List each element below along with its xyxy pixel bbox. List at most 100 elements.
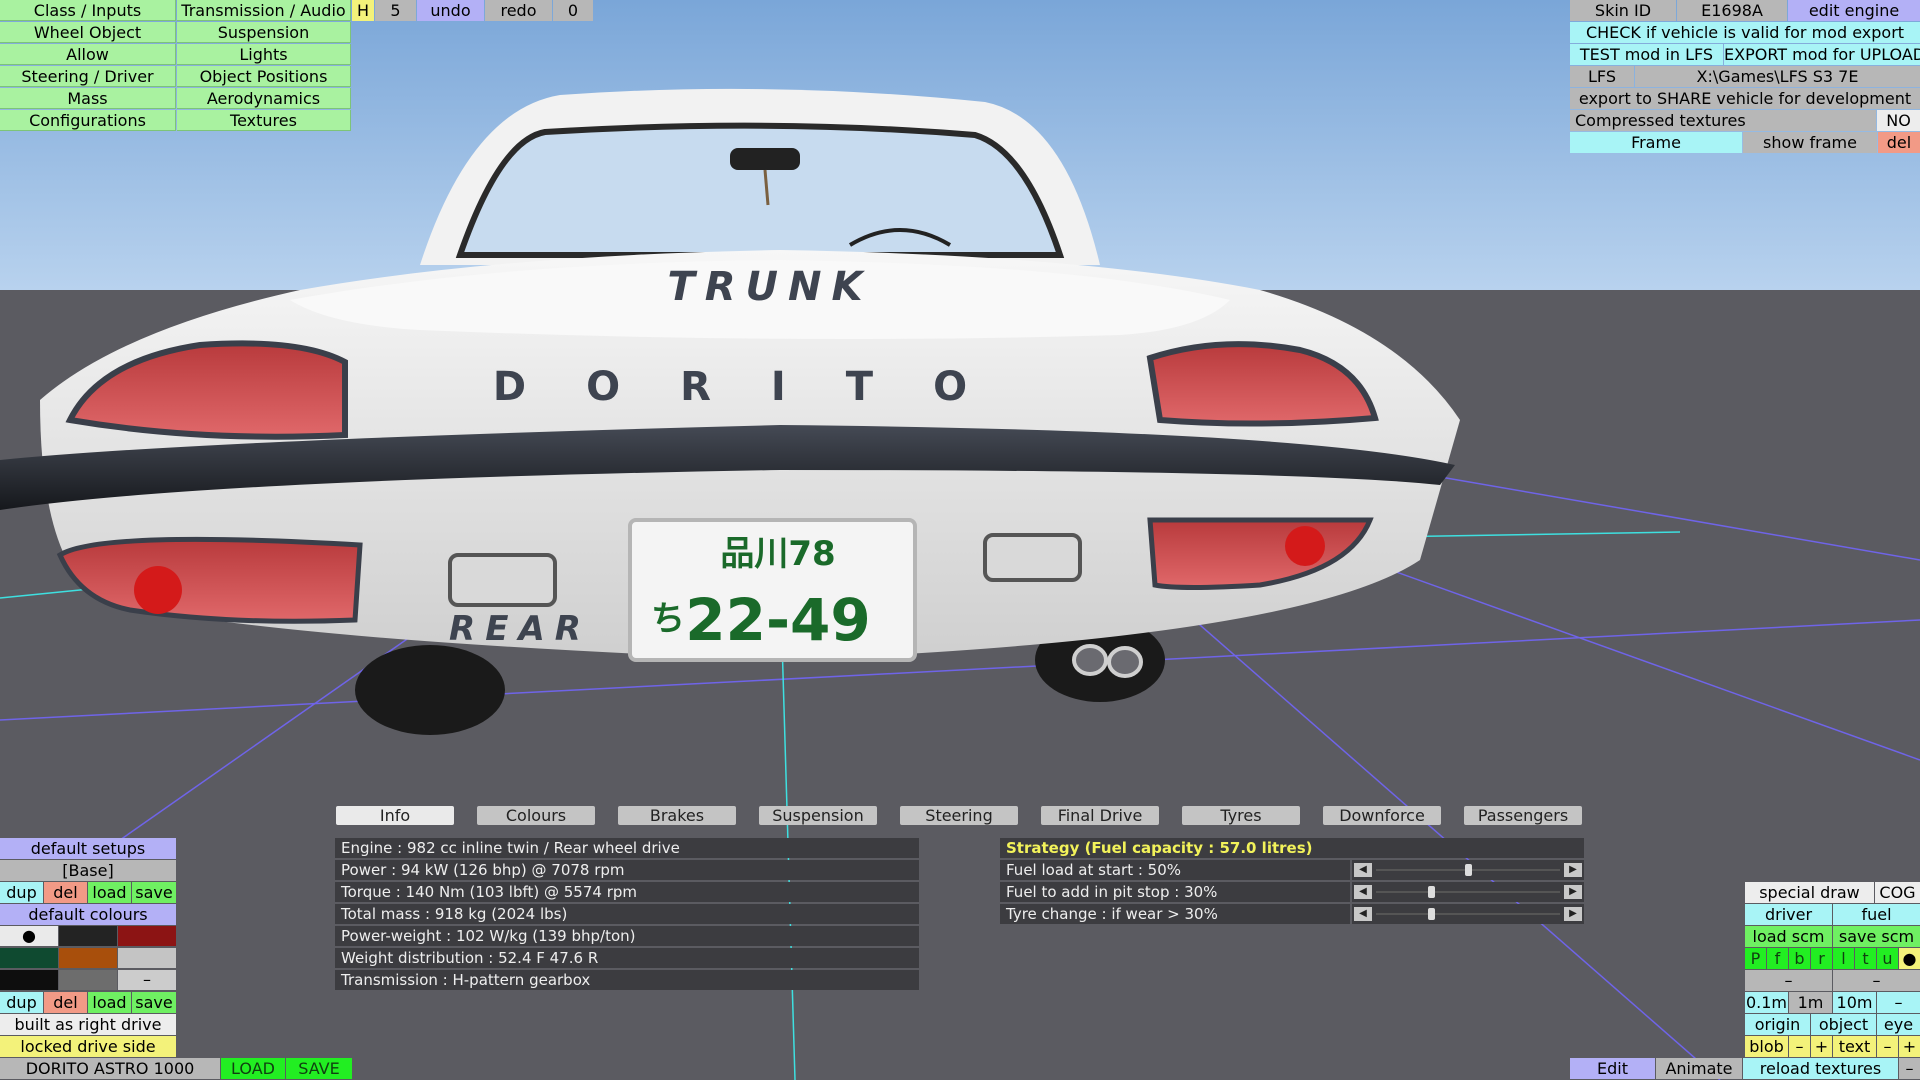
menu-object-positions[interactable]: Object Positions [177, 66, 351, 87]
blob-button[interactable]: blob [1745, 1036, 1788, 1057]
tab-colours[interactable]: Colours [477, 806, 595, 825]
grid-scale-0-1m[interactable]: 0.1m [1745, 992, 1788, 1013]
colour-swatch[interactable]: ● [0, 926, 58, 946]
frame-button[interactable]: Frame [1570, 132, 1742, 153]
slider-right-arrow[interactable]: ▶ [1564, 863, 1582, 877]
tab-tyres[interactable]: Tyres [1182, 806, 1300, 825]
tab-downforce[interactable]: Downforce [1323, 806, 1441, 825]
check-valid-button[interactable]: CHECK if vehicle is valid for mod export [1570, 22, 1920, 43]
text-minus-button[interactable]: – [1877, 1036, 1898, 1057]
menu-transmission-audio[interactable]: Transmission / Audio [177, 0, 351, 21]
colour-swatch[interactable] [118, 948, 176, 968]
toggle-r[interactable]: r [1811, 948, 1832, 969]
edit-engine-button[interactable]: edit engine [1788, 0, 1920, 21]
menu-allow[interactable]: Allow [0, 44, 176, 65]
fuel-button[interactable]: fuel [1833, 904, 1920, 925]
pit-fuel-slider[interactable]: ◀ ▶ [1352, 882, 1584, 902]
built-as-right-drive-toggle[interactable]: built as right drive [0, 1014, 176, 1035]
colour-swatch[interactable] [0, 970, 58, 990]
grid-scale-minus[interactable]: – [1877, 992, 1920, 1013]
tab-info[interactable]: Info [336, 806, 454, 825]
menu-aerodynamics[interactable]: Aerodynamics [177, 88, 351, 109]
toggle-f[interactable]: f [1767, 948, 1788, 969]
colour-swatch[interactable] [0, 948, 58, 968]
text-plus-button[interactable]: + [1899, 1036, 1920, 1057]
slider-left-arrow[interactable]: ◀ [1354, 863, 1372, 877]
colour-swatch[interactable] [59, 926, 117, 946]
colour-del-button[interactable]: del [44, 992, 87, 1013]
lfs-path[interactable]: X:\Games\LFS S3 7E [1635, 66, 1920, 87]
colour-minus-button[interactable]: – [143, 970, 151, 989]
load-scm-button[interactable]: load scm [1745, 926, 1832, 947]
reload-textures-button[interactable]: reload textures [1743, 1058, 1898, 1079]
show-frame-button[interactable]: show frame [1743, 132, 1877, 153]
toggle-l[interactable]: l [1833, 948, 1854, 969]
right-dash-2[interactable]: – [1833, 970, 1920, 991]
grid-scale-10m[interactable]: 10m [1833, 992, 1876, 1013]
skin-id-value[interactable]: E1698A [1677, 0, 1787, 21]
colour-swatch[interactable]: – [118, 970, 176, 990]
setup-del-button[interactable]: del [44, 882, 87, 903]
tab-final-drive[interactable]: Final Drive [1041, 806, 1159, 825]
undo-button[interactable]: undo [417, 0, 484, 21]
edit-mode-button[interactable]: Edit [1570, 1058, 1655, 1079]
setup-save-button[interactable]: save [132, 882, 176, 903]
cog-button[interactable]: COG [1875, 882, 1920, 903]
toggle-t[interactable]: t [1855, 948, 1876, 969]
toggle-dot-icon[interactable]: ● [1899, 948, 1920, 969]
tab-passengers[interactable]: Passengers [1464, 806, 1582, 825]
frame-del-button[interactable]: del [1878, 132, 1920, 153]
menu-steering-driver[interactable]: Steering / Driver [0, 66, 176, 87]
colour-dup-button[interactable]: dup [0, 992, 43, 1013]
compressed-textures-toggle[interactable]: NO [1877, 110, 1920, 131]
vehicle-save-button[interactable]: SAVE [286, 1058, 352, 1079]
slider-knob[interactable] [1428, 908, 1436, 920]
setup-dup-button[interactable]: dup [0, 882, 43, 903]
tab-steering[interactable]: Steering [900, 806, 1018, 825]
locked-drive-side-toggle[interactable]: locked drive side [0, 1036, 176, 1057]
toggle-b[interactable]: b [1789, 948, 1810, 969]
vehicle-load-button[interactable]: LOAD [221, 1058, 285, 1079]
slider-left-arrow[interactable]: ◀ [1354, 907, 1372, 921]
menu-suspension[interactable]: Suspension [177, 22, 351, 43]
menu-class-inputs[interactable]: Class / Inputs [0, 0, 176, 21]
save-scm-button[interactable]: save scm [1833, 926, 1920, 947]
menu-wheel-object[interactable]: Wheel Object [0, 22, 176, 43]
colour-swatch[interactable] [118, 926, 176, 946]
tyre-change-slider[interactable]: ◀ ▶ [1352, 904, 1584, 924]
setup-load-button[interactable]: load [88, 882, 131, 903]
menu-lights[interactable]: Lights [177, 44, 351, 65]
slider-right-arrow[interactable]: ▶ [1564, 907, 1582, 921]
tab-brakes[interactable]: Brakes [618, 806, 736, 825]
export-mod-button[interactable]: EXPORT mod for UPLOAD [1724, 44, 1920, 65]
mode-h-button[interactable]: H [352, 0, 374, 21]
menu-configurations[interactable]: Configurations [0, 110, 176, 131]
colour-swatch[interactable] [59, 970, 117, 990]
base-setup[interactable]: [Base] [0, 860, 176, 881]
slider-left-arrow[interactable]: ◀ [1354, 885, 1372, 899]
redo-button[interactable]: redo [485, 0, 552, 21]
view-object-button[interactable]: object [1811, 1014, 1876, 1035]
colour-swatch[interactable] [59, 948, 117, 968]
grid-scale-1m[interactable]: 1m [1789, 992, 1832, 1013]
3d-viewport[interactable]: TRUNK DORITO 品川78 ち 22-49 REAR [0, 0, 1920, 1080]
colour-load-button[interactable]: load [88, 992, 131, 1013]
default-colours-button[interactable]: default colours [0, 904, 176, 925]
slider-knob[interactable] [1428, 886, 1436, 898]
blob-plus-button[interactable]: + [1811, 1036, 1832, 1057]
view-eye-button[interactable]: eye [1877, 1014, 1920, 1035]
tab-suspension[interactable]: Suspension [759, 806, 877, 825]
right-dash-1[interactable]: – [1745, 970, 1832, 991]
menu-textures[interactable]: Textures [177, 110, 351, 131]
bottom-minus-button[interactable]: – [1899, 1058, 1920, 1079]
text-button[interactable]: text [1833, 1036, 1876, 1057]
special-draw-button[interactable]: special draw [1745, 882, 1874, 903]
view-origin-button[interactable]: origin [1745, 1014, 1810, 1035]
menu-mass[interactable]: Mass [0, 88, 176, 109]
vehicle-name[interactable]: DORITO ASTRO 1000 [0, 1058, 220, 1079]
toggle-p[interactable]: P [1745, 948, 1766, 969]
toggle-u[interactable]: u [1877, 948, 1898, 969]
animate-mode-button[interactable]: Animate [1656, 1058, 1742, 1079]
test-mod-button[interactable]: TEST mod in LFS [1570, 44, 1723, 65]
fuel-start-slider[interactable]: ◀ ▶ [1352, 860, 1584, 880]
